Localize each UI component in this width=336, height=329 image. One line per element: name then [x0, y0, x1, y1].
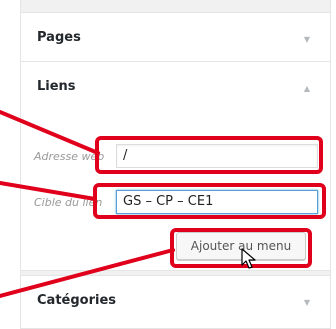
- section-categories-title: Catégories: [37, 293, 117, 308]
- section-pages-title: Pages: [37, 30, 81, 45]
- menu-editor-screenshot: Pages ▼ Liens ▲ Adresse web / Cible du l…: [0, 0, 336, 329]
- highlight-link-text-field: [93, 183, 326, 219]
- mouse-cursor-icon: [241, 248, 256, 269]
- chevron-down-icon[interactable]: ▼: [304, 35, 310, 44]
- chevron-up-icon[interactable]: ▲: [304, 84, 310, 93]
- section-pages[interactable]: Pages ▼: [21, 12, 330, 66]
- url-label: Adresse web: [34, 150, 105, 163]
- highlight-url-field: [95, 136, 323, 174]
- chevron-down-icon[interactable]: ▼: [304, 298, 310, 307]
- section-categories[interactable]: Catégories ▼: [21, 275, 330, 329]
- section-liens-title: Liens: [37, 79, 76, 94]
